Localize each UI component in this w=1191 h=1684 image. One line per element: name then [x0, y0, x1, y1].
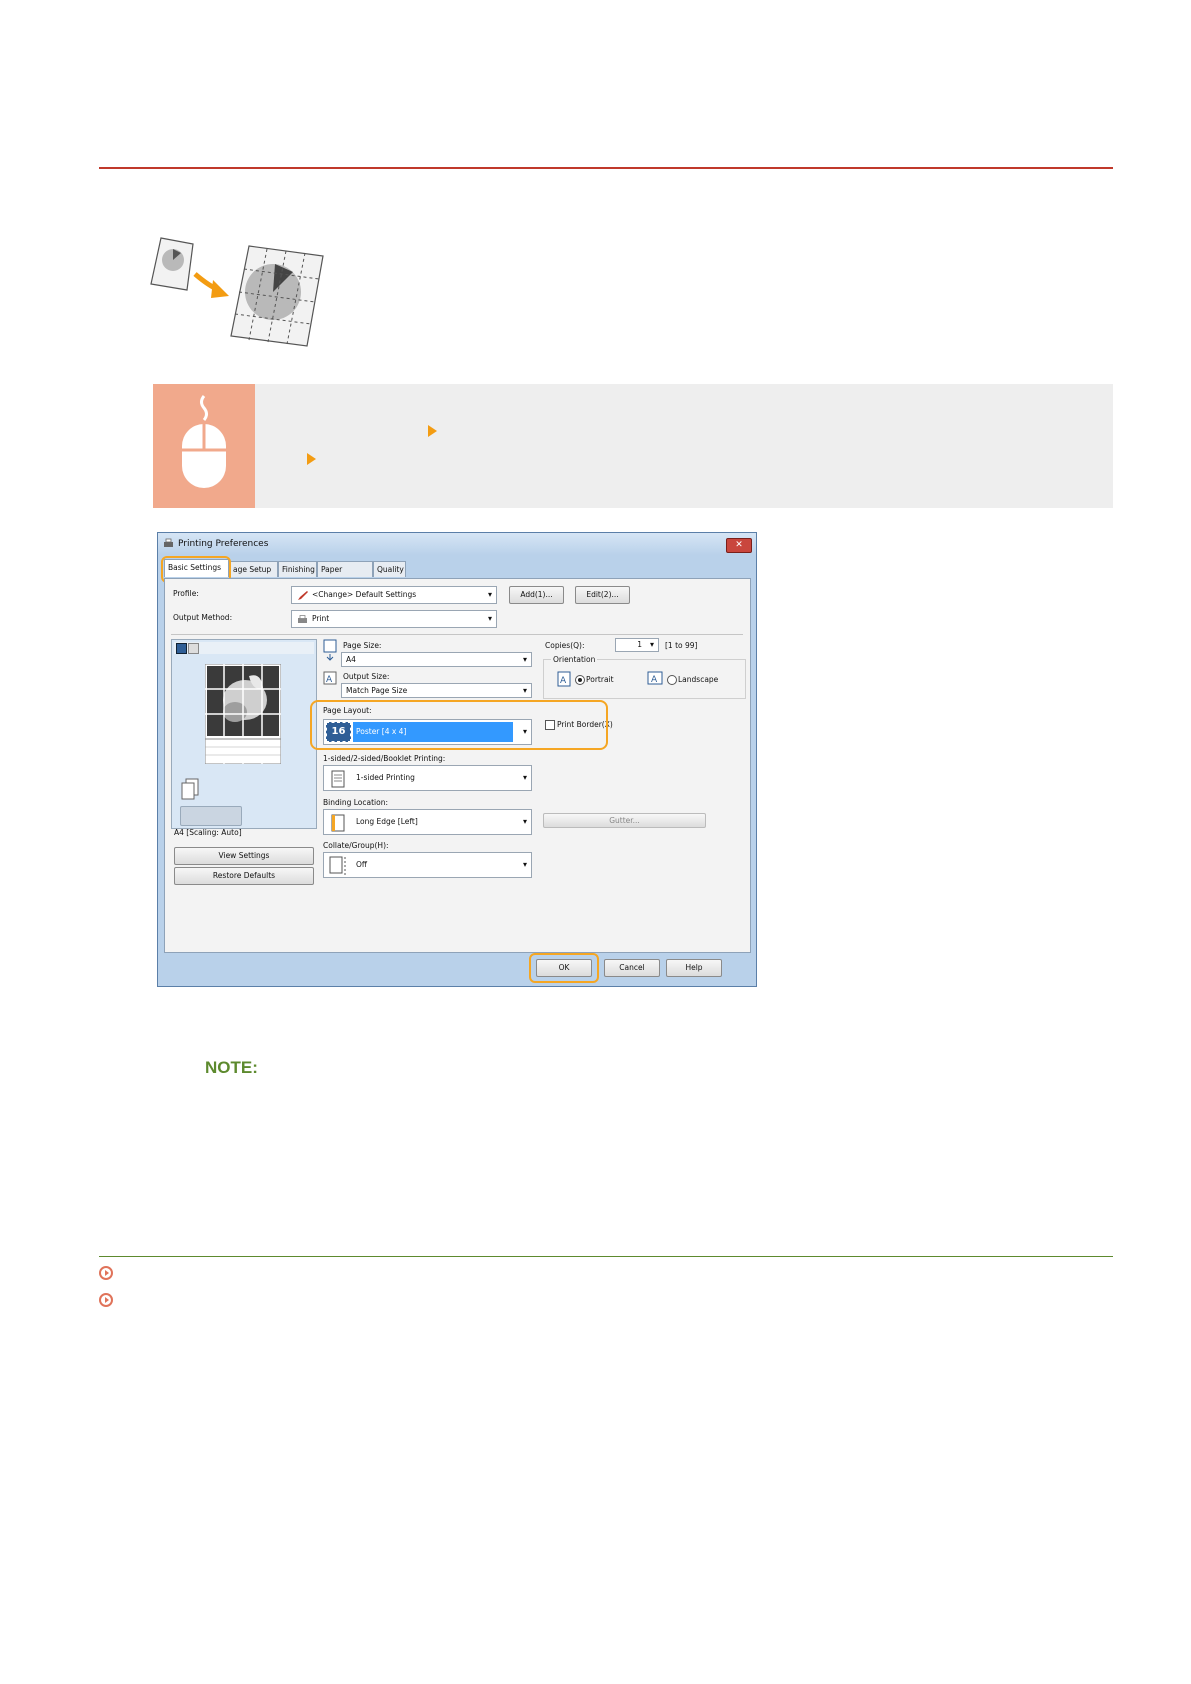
- link-arrow-icon: [99, 1266, 113, 1280]
- dialog-title: Printing Preferences: [178, 539, 269, 549]
- page-view-icon[interactable]: [176, 643, 187, 654]
- one-sided-icon: [331, 770, 345, 788]
- basic-settings-panel: Profile: <Change> Default Settings Add(1…: [164, 578, 751, 953]
- tab-paper-source[interactable]: Paper Source: [317, 561, 373, 589]
- step-arrow-icon: [428, 425, 437, 437]
- collate-value: Off: [356, 860, 368, 869]
- sided-printing-label: 1-sided/2-sided/Booklet Printing:: [323, 754, 446, 763]
- section-rule-bottom: [99, 1256, 1113, 1257]
- poster-print-illustration: [150, 237, 324, 347]
- svg-text:A: A: [326, 675, 333, 685]
- output-method-select[interactable]: Print: [291, 610, 497, 628]
- highlight-ok-button: [529, 953, 599, 983]
- gutter-button[interactable]: Gutter...: [543, 813, 706, 828]
- mouse-icon-box: [153, 384, 255, 508]
- instruction-band: [153, 384, 1113, 508]
- cancel-button[interactable]: Cancel: [604, 959, 660, 977]
- add-profile-button[interactable]: Add(1)...: [509, 586, 564, 604]
- printer-icon: [164, 538, 173, 547]
- output-size-select[interactable]: Match Page Size: [341, 683, 532, 698]
- copies-stepper[interactable]: 1: [615, 638, 659, 652]
- binding-location-select[interactable]: Long Edge [Left]: [323, 809, 532, 835]
- profile-value: <Change> Default Settings: [312, 590, 417, 599]
- copies-label: Copies(Q):: [545, 641, 585, 650]
- copies-stack-icon: [181, 778, 199, 800]
- svg-text:A: A: [560, 676, 567, 686]
- landscape-radio[interactable]: [667, 675, 677, 685]
- printer-icon: [298, 615, 307, 623]
- sided-printing-value: 1-sided Printing: [356, 773, 415, 782]
- layout-preview: A4 [Scaling: Auto]: [171, 639, 317, 837]
- finishing-preview-button[interactable]: [180, 806, 242, 826]
- source-page-icon: [150, 237, 194, 291]
- profile-label: Profile:: [173, 589, 199, 598]
- note-label: NOTE:: [205, 1058, 258, 1077]
- help-button[interactable]: Help: [666, 959, 722, 977]
- profile-select[interactable]: <Change> Default Settings: [291, 586, 497, 604]
- collate-off-icon: [329, 856, 346, 875]
- landscape-label: Landscape: [678, 675, 719, 684]
- preview-caption: A4 [Scaling: Auto]: [174, 828, 242, 837]
- view-settings-button[interactable]: View Settings: [174, 847, 314, 865]
- highlight-page-layout: [310, 700, 608, 750]
- restore-defaults-button[interactable]: Restore Defaults: [174, 867, 314, 885]
- tab-finishing[interactable]: Finishing: [278, 561, 317, 577]
- page-size-icon: [323, 639, 337, 661]
- poster-page-icon: [230, 245, 324, 347]
- step-arrow-icon: [307, 453, 316, 465]
- copies-range: [1 to 99]: [665, 641, 698, 650]
- page-size-label: Page Size:: [343, 641, 382, 650]
- sided-printing-select[interactable]: 1-sided Printing: [323, 765, 532, 791]
- arrow-icon: [193, 272, 229, 298]
- dialog-titlebar: Printing Preferences ✕: [158, 533, 756, 555]
- section-rule-top: [99, 167, 1113, 169]
- pencil-icon: [298, 591, 308, 600]
- output-method-label: Output Method:: [173, 613, 233, 622]
- printing-preferences-dialog: Printing Preferences ✕ Basic Settings ag…: [157, 532, 757, 987]
- preview-toolbar: [174, 642, 314, 654]
- portrait-radio[interactable]: [575, 675, 585, 685]
- svg-text:A: A: [651, 675, 658, 685]
- output-size-icon: A: [323, 671, 337, 685]
- mouse-icon: [182, 395, 226, 488]
- portrait-icon: A: [557, 671, 571, 687]
- link-arrow-icon: [99, 1293, 113, 1307]
- binding-location-value: Long Edge [Left]: [356, 817, 418, 826]
- long-edge-left-icon: [331, 814, 345, 832]
- tab-page-setup[interactable]: age Setup: [229, 561, 278, 577]
- tab-quality[interactable]: Quality: [373, 561, 406, 577]
- landscape-icon: A: [647, 671, 663, 685]
- portrait-label: Portrait: [586, 675, 614, 684]
- orientation-label: Orientation: [551, 655, 598, 664]
- divider: [171, 634, 743, 635]
- poster-preview-image: [205, 664, 281, 764]
- collate-label: Collate/Group(H):: [323, 841, 389, 850]
- printer-view-icon[interactable]: [188, 643, 199, 654]
- output-size-label: Output Size:: [343, 672, 390, 681]
- output-method-value: Print: [312, 614, 330, 623]
- collate-select[interactable]: Off: [323, 852, 532, 878]
- binding-location-label: Binding Location:: [323, 798, 388, 807]
- edit-profile-button[interactable]: Edit(2)...: [575, 586, 630, 604]
- close-icon[interactable]: ✕: [726, 538, 752, 553]
- page-size-select[interactable]: A4: [341, 652, 532, 667]
